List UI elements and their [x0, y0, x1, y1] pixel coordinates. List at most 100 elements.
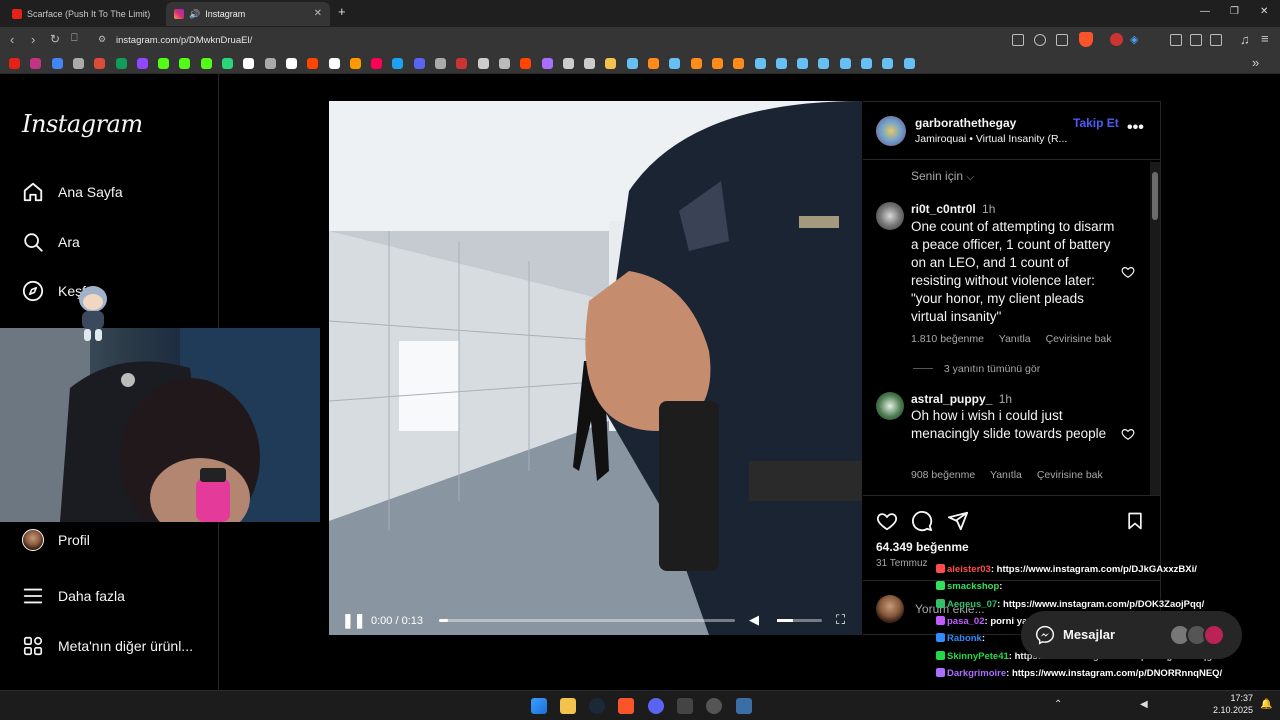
bookmark-favicon-icon[interactable]	[115, 58, 127, 69]
bookmark-favicon-icon[interactable]	[307, 58, 319, 69]
view-replies-button[interactable]: 3 yanıtın tümünü gör	[913, 363, 1040, 375]
bookmark-favicon-icon[interactable]	[9, 58, 20, 69]
notification-icon[interactable]: 🔔	[1260, 699, 1272, 710]
close-tab-icon[interactable]: ✕	[314, 8, 322, 19]
tab-youtube[interactable]: Scarface (Push It To The Limit) - YouTub…	[4, 2, 164, 26]
comment-icon[interactable]	[911, 510, 933, 532]
post-video[interactable]: ❚❚ 0:00 / 0:13 ◀ ⛶	[329, 101, 862, 635]
comment-avatar[interactable]	[876, 392, 904, 420]
nav-search[interactable]: Ara	[22, 231, 80, 253]
bookmark-favicon-icon[interactable]	[861, 58, 872, 69]
bookmark-favicon-icon[interactable]	[285, 58, 297, 69]
start-icon[interactable]	[531, 698, 547, 714]
bookmark-favicon-icon[interactable]	[413, 58, 425, 69]
minimize-button[interactable]: —	[1200, 6, 1210, 17]
nav-home[interactable]: Ana Sayfa	[22, 181, 123, 203]
instagram-logo[interactable]: Instagram	[22, 110, 143, 138]
steam-icon[interactable]	[589, 698, 605, 714]
bookmark-favicon-icon[interactable]	[392, 58, 404, 69]
messages-button[interactable]: Mesajlar	[1021, 611, 1242, 659]
comment-username[interactable]: astral_puppy_	[911, 392, 992, 406]
bookmark-favicon-icon[interactable]	[264, 58, 276, 69]
video-seek-bar[interactable]	[439, 619, 735, 622]
like-count[interactable]: 64.349 beğenme	[876, 540, 969, 554]
comments-scrollbar[interactable]	[1150, 162, 1160, 496]
volume-tray-icon[interactable]: ◀	[1140, 699, 1148, 710]
bookmark-favicon-icon[interactable]	[818, 58, 830, 69]
cast-icon[interactable]	[1012, 34, 1024, 46]
bookmark-favicon-icon[interactable]	[477, 58, 489, 69]
forward-button[interactable]: ›	[31, 32, 35, 47]
menu-icon[interactable]: ≡	[1261, 31, 1269, 46]
nav-more[interactable]: Daha fazla	[22, 585, 125, 607]
comment-avatar[interactable]	[876, 202, 904, 230]
clock-date[interactable]: 2.10.2025	[1210, 705, 1253, 715]
comment-likes[interactable]: 908 beğenme	[911, 469, 975, 481]
new-tab-button[interactable]: +	[338, 4, 346, 19]
site-info-icon[interactable]: ⚙	[98, 34, 106, 45]
tab-instagram[interactable]: 🔊 Instagram ✕	[166, 2, 330, 26]
share-icon[interactable]	[947, 510, 969, 532]
brave-icon[interactable]	[618, 698, 634, 714]
bookmark-favicon-icon[interactable]	[520, 58, 532, 69]
pause-button[interactable]: ❚❚	[342, 612, 365, 629]
bookmark-favicon-icon[interactable]	[584, 58, 596, 69]
app-icon[interactable]	[736, 698, 752, 714]
bookmark-favicon-icon[interactable]	[498, 58, 510, 69]
volume-slider[interactable]	[777, 619, 822, 622]
reply-button[interactable]: Yanıtla	[990, 469, 1022, 481]
author-avatar[interactable]	[876, 116, 906, 146]
bookmark-favicon-icon[interactable]	[328, 58, 340, 69]
save-icon[interactable]	[1125, 510, 1145, 532]
zoom-icon[interactable]	[1034, 34, 1046, 46]
bookmark-favicon-icon[interactable]	[669, 58, 681, 69]
bookmark-favicon-icon[interactable]	[562, 58, 574, 69]
clock-time[interactable]: 17:37	[1218, 693, 1253, 703]
discord-icon[interactable]	[648, 698, 664, 714]
bookmark-favicon-icon[interactable]	[541, 58, 553, 69]
bookmark-favicon-icon[interactable]	[136, 58, 148, 69]
like-comment-icon[interactable]	[1121, 427, 1135, 441]
bookmark-favicon-icon[interactable]	[711, 58, 723, 69]
like-comment-icon[interactable]	[1121, 265, 1135, 279]
bookmark-favicon-icon[interactable]	[903, 58, 915, 69]
bookmark-favicon-icon[interactable]	[243, 58, 255, 69]
bookmark-favicon-icon[interactable]	[94, 58, 106, 69]
reply-button[interactable]: Yanıtla	[999, 333, 1031, 345]
reload-button[interactable]: ↻	[50, 32, 60, 46]
music-icon[interactable]: ♫	[1240, 32, 1250, 47]
bookmark-favicon-icon[interactable]	[690, 58, 702, 69]
follow-button[interactable]: Takip Et	[1073, 116, 1119, 130]
brave-shield-icon[interactable]	[1079, 32, 1093, 47]
share-icon[interactable]	[1056, 34, 1068, 46]
bookmark-favicon-icon[interactable]	[733, 58, 745, 69]
comment-username[interactable]: ri0t_c0ntr0l	[911, 202, 976, 216]
fullscreen-icon[interactable]: ⛶	[836, 612, 845, 628]
bookmark-favicon-icon[interactable]	[222, 58, 233, 69]
bookmark-favicon-icon[interactable]	[839, 58, 851, 69]
extension-audio-icon[interactable]: ◈	[1130, 33, 1138, 46]
sort-dropdown[interactable]: Senin için ⌵	[911, 169, 974, 183]
maximize-button[interactable]: ❐	[1230, 6, 1239, 17]
like-icon[interactable]	[876, 510, 898, 532]
bookmark-favicon-icon[interactable]	[349, 58, 361, 69]
bookmark-favicon-icon[interactable]	[179, 58, 191, 69]
bookmark-favicon-icon[interactable]	[797, 58, 809, 69]
audio-label[interactable]: Jamiroquai • Virtual Insanity (R...	[915, 133, 1067, 145]
bookmark-favicon-icon[interactable]	[626, 58, 638, 69]
translate-button[interactable]: Çevirisine bak	[1037, 469, 1103, 481]
extension-icon[interactable]	[1170, 34, 1182, 46]
bookmarks-overflow-icon[interactable]: »	[1252, 55, 1259, 70]
bookmark-favicon-icon[interactable]	[882, 58, 894, 69]
volume-icon[interactable]: ◀	[749, 612, 759, 628]
nav-profile[interactable]: Profil	[22, 529, 90, 551]
translate-button[interactable]: Çevirisine bak	[1046, 333, 1112, 345]
bookmark-favicon-icon[interactable]	[158, 58, 170, 69]
bookmark-favicon-icon[interactable]	[775, 58, 787, 69]
extension-icon[interactable]	[1110, 33, 1123, 46]
address-bar[interactable]: ⚙ instagram.com/p/DMwknDruaEl/	[92, 30, 992, 50]
bookmark-favicon-icon[interactable]	[648, 58, 659, 69]
bookmark-favicon-icon[interactable]	[51, 58, 63, 69]
author-username[interactable]: garborathethegay	[915, 116, 1016, 130]
bookmark-favicon-icon[interactable]	[30, 58, 42, 69]
